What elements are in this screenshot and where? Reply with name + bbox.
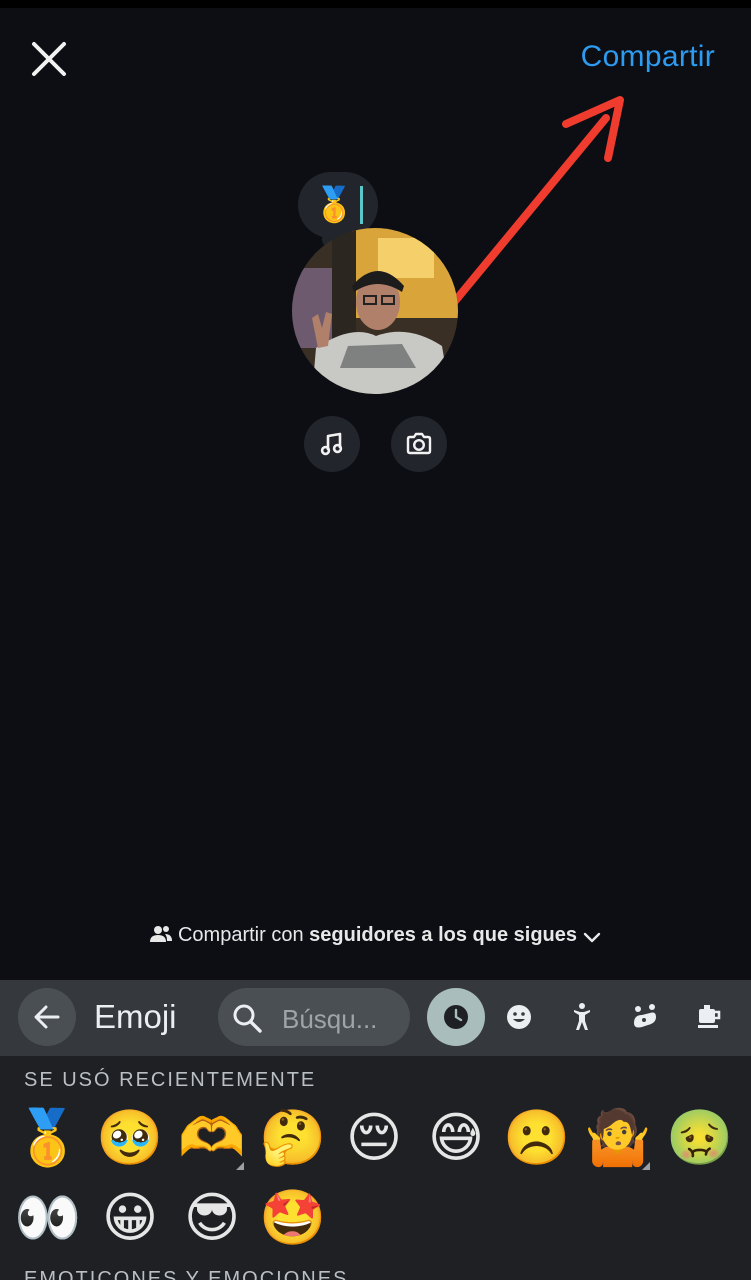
- emoji-key[interactable]: 🤢: [662, 1102, 738, 1174]
- animal-icon: [634, 1004, 656, 1028]
- emoji-key[interactable]: 😀: [92, 1182, 168, 1254]
- clock-icon: [444, 1005, 468, 1029]
- keyboard-title: Emoji: [94, 998, 177, 1035]
- emoji-key[interactable]: 🥇: [10, 1102, 86, 1174]
- category-tab-smileys[interactable]: [490, 988, 548, 1046]
- food-icon: [698, 1005, 721, 1028]
- close-button[interactable]: [28, 38, 70, 80]
- keyboard-back-button[interactable]: [18, 988, 76, 1046]
- audience-prefix: Compartir con: [177, 924, 304, 946]
- smiley-icon: [507, 1005, 531, 1029]
- emoji-key[interactable]: 🤔: [255, 1102, 331, 1174]
- camera-button[interactable]: [391, 416, 447, 472]
- avatar: [292, 228, 458, 394]
- search-placeholder: Búsqu...: [282, 1004, 378, 1034]
- section-title-emotions: EMOTICONES Y EMOCIONES: [24, 1268, 349, 1280]
- chevron-down-icon: [583, 932, 600, 943]
- people-icon: [150, 926, 173, 942]
- category-tab-animals[interactable]: [616, 988, 674, 1046]
- emoji-keyboard-toolbar: Emoji Búsqu...: [0, 980, 751, 1056]
- category-tab-food[interactable]: [680, 988, 738, 1046]
- search-icon: [233, 1004, 262, 1033]
- share-button[interactable]: Compartir: [581, 40, 715, 74]
- emoji-key[interactable]: 😅: [418, 1102, 494, 1174]
- emoji-key[interactable]: 🤩: [255, 1182, 331, 1254]
- note-text: 🥇: [313, 186, 356, 224]
- person-icon: [574, 1003, 590, 1030]
- audience-target: seguidores a los que sigues: [309, 924, 578, 946]
- section-title-recent: SE USÓ RECIENTEMENTE: [24, 1069, 317, 1091]
- arrow-left-icon: [34, 1005, 60, 1029]
- text-cursor: [359, 186, 363, 224]
- category-tab-people[interactable]: [553, 988, 611, 1046]
- emoji-key[interactable]: 😎: [174, 1182, 250, 1254]
- emoji-key[interactable]: 🫶: [174, 1102, 250, 1174]
- emoji-key[interactable]: 😔: [336, 1102, 412, 1174]
- emoji-key[interactable]: 👀: [10, 1182, 86, 1254]
- music-icon: [320, 432, 343, 456]
- add-music-button[interactable]: [304, 416, 360, 472]
- emoji-key[interactable]: 🤷: [580, 1102, 656, 1174]
- close-icon: [32, 42, 66, 76]
- profile-photo: [292, 228, 458, 394]
- emoji-search-input[interactable]: Búsqu...: [218, 988, 410, 1046]
- status-bar: [0, 0, 751, 8]
- emoji-key[interactable]: ☹️: [499, 1102, 575, 1174]
- category-tab-recent[interactable]: [427, 988, 485, 1046]
- emoji-key[interactable]: 🥹: [92, 1102, 168, 1174]
- audience-selector[interactable]: Compartir con seguidores a los que sigue…: [0, 924, 751, 947]
- emoji-keyboard-panel: SE USÓ RECIENTEMENTE 🥇 🥹 🫶 🤔 😔 😅 ☹️ 🤷 🤢 …: [0, 1056, 751, 1280]
- camera-icon: [406, 432, 432, 455]
